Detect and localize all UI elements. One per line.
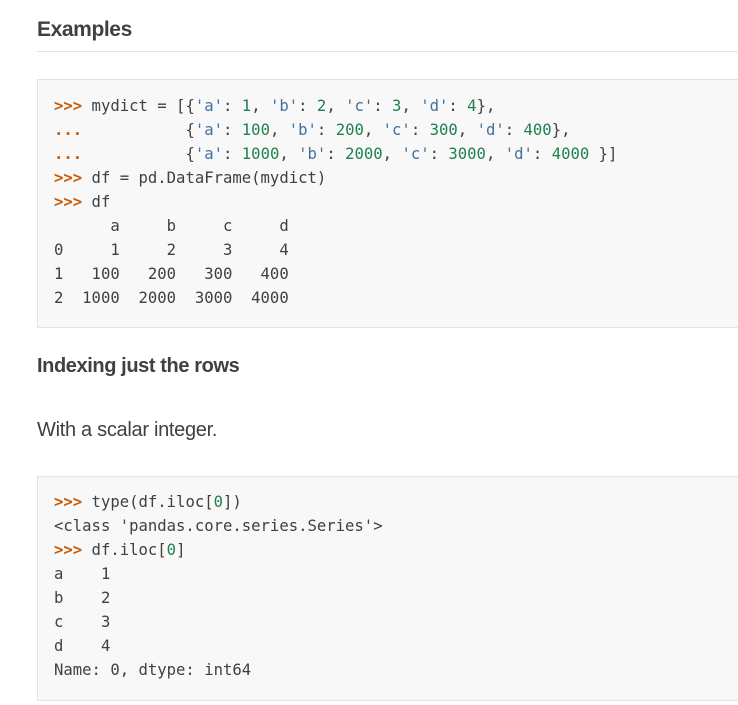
code-line: >>> type(df.iloc[0]) — [54, 493, 242, 511]
subsection-heading-indexing: Indexing just the rows — [37, 355, 240, 377]
code-line: 0 1 2 3 4 — [54, 241, 289, 259]
paragraph-scalar-integer: With a scalar integer. — [37, 419, 218, 441]
code-line: a 1 — [54, 565, 111, 583]
code-line: a b c d — [54, 217, 289, 235]
code-listing-1: >>> mydict = [{'a': 1, 'b': 2, 'c': 3, '… — [54, 94, 617, 310]
code-line: d 4 — [54, 637, 111, 655]
code-line: >>> df — [54, 193, 111, 211]
code-block-iloc-example: >>> type(df.iloc[0]) <class 'pandas.core… — [37, 476, 738, 701]
code-line: 1 100 200 300 400 — [54, 265, 289, 283]
code-line: >>> df = pd.DataFrame(mydict) — [54, 169, 327, 187]
heading-divider — [37, 51, 738, 52]
section-heading-examples: Examples — [37, 18, 132, 41]
code-line: >>> mydict = [{'a': 1, 'b': 2, 'c': 3, '… — [54, 97, 496, 115]
code-line: b 2 — [54, 589, 111, 607]
code-line: <class 'pandas.core.series.Series'> — [54, 517, 383, 535]
code-line: ... {'a': 100, 'b': 200, 'c': 300, 'd': … — [54, 121, 571, 139]
code-block-dataframe-example: >>> mydict = [{'a': 1, 'b': 2, 'c': 3, '… — [37, 79, 738, 328]
code-line: >>> df.iloc[0] — [54, 541, 186, 559]
code-line: 2 1000 2000 3000 4000 — [54, 289, 289, 307]
code-listing-2: >>> type(df.iloc[0]) <class 'pandas.core… — [54, 490, 383, 682]
code-line: Name: 0, dtype: int64 — [54, 661, 252, 679]
code-line: c 3 — [54, 613, 111, 631]
code-line: ... {'a': 1000, 'b': 2000, 'c': 3000, 'd… — [54, 145, 618, 163]
